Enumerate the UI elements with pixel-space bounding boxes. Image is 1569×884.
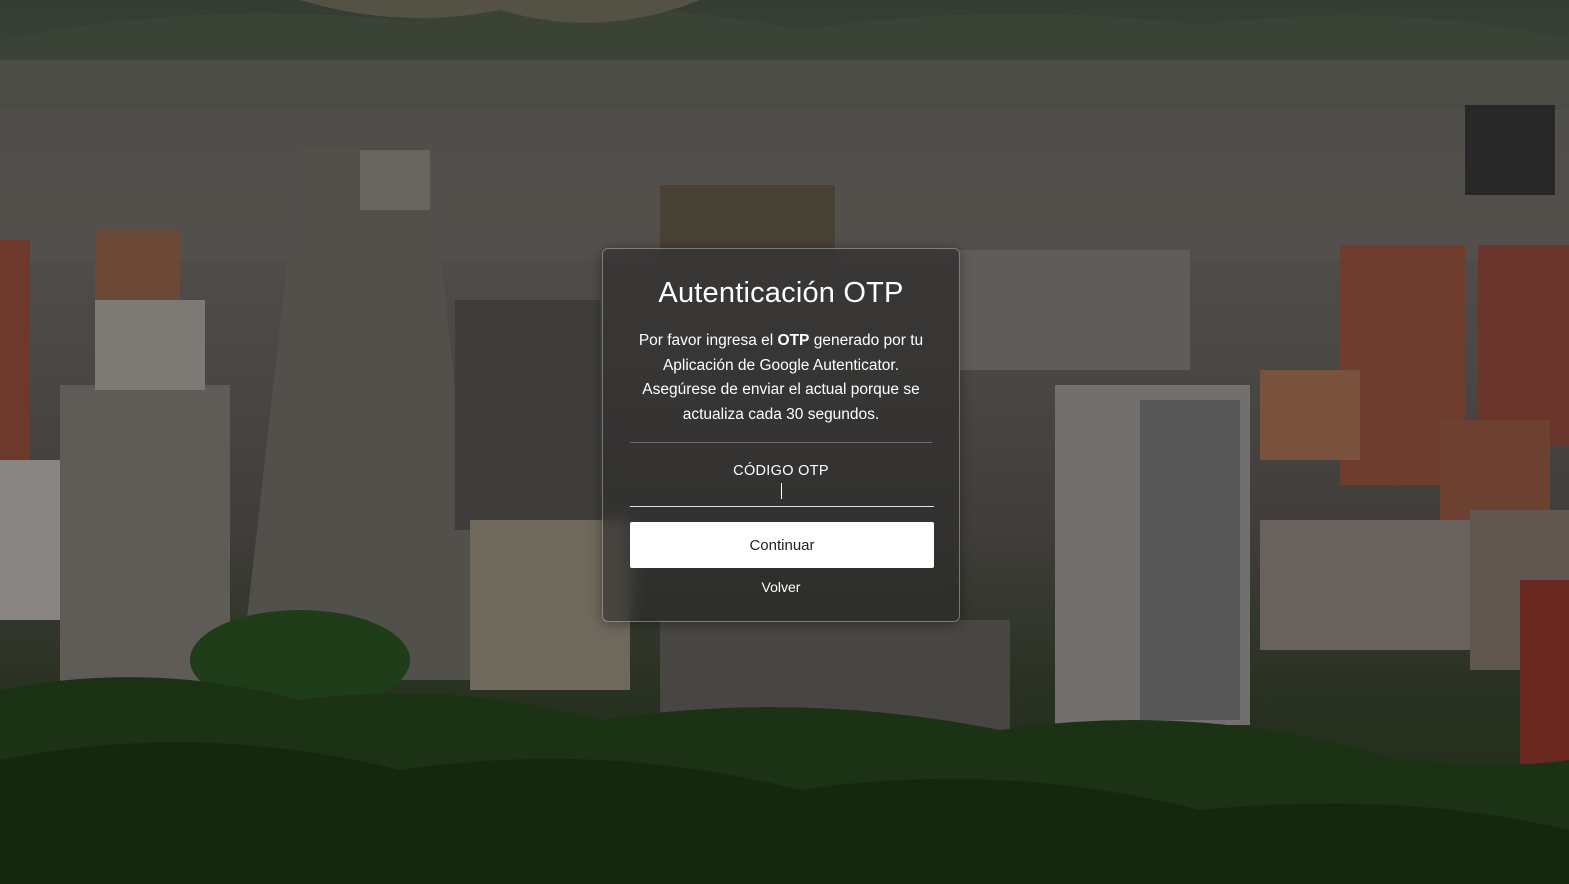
description-text-start: Por favor ingresa el [638, 332, 778, 349]
continue-button[interactable]: Continuar [630, 522, 934, 568]
otp-code-input[interactable] [630, 481, 934, 507]
otp-auth-card: Autenticación OTP Por favor ingresa el O… [602, 248, 960, 622]
divider [630, 442, 932, 443]
description-otp-bold: OTP [777, 332, 810, 349]
otp-code-label: CÓDIGO OTP [733, 463, 829, 479]
text-cursor [781, 483, 782, 499]
card-title: Autenticación OTP [658, 277, 904, 309]
back-link[interactable]: Volver [603, 579, 959, 595]
card-description: Por favor ingresa el OTP generado por tu… [627, 329, 935, 427]
